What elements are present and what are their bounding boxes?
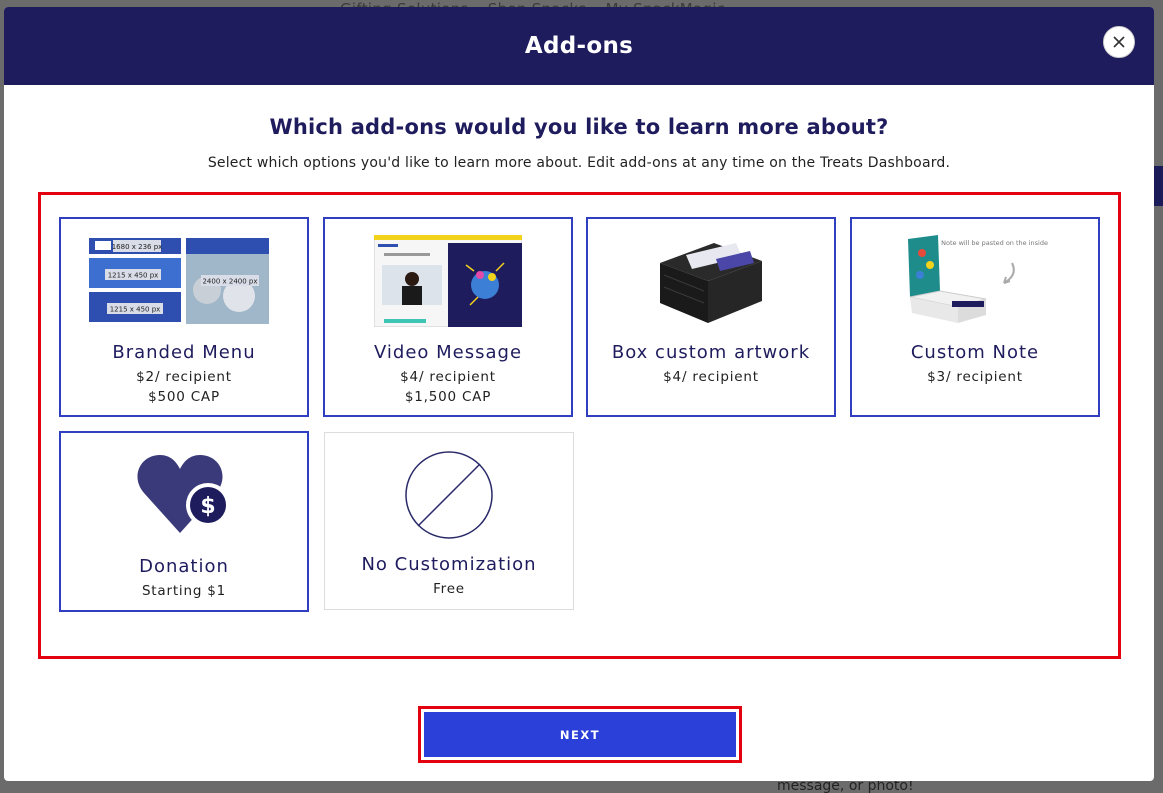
donation-image: $ bbox=[89, 448, 279, 542]
thumb-label: 1215 x 450 px bbox=[110, 306, 161, 314]
thumb-note: Note will be pasted on the inside of the… bbox=[941, 239, 1050, 247]
option-video-message[interactable]: Video Message $4/ recipient $1,500 CAP bbox=[323, 217, 573, 417]
no-symbol-icon bbox=[405, 451, 493, 539]
video-message-image bbox=[353, 234, 543, 328]
thumb-label: 2400 x 2400 px bbox=[202, 278, 257, 286]
option-price: $3/ recipient bbox=[927, 369, 1023, 385]
option-cap: $1,500 CAP bbox=[404, 389, 492, 405]
option-name: Custom Note bbox=[910, 342, 1040, 363]
background-bar bbox=[1153, 166, 1163, 206]
close-button[interactable] bbox=[1103, 26, 1135, 58]
option-price: $2/ recipient bbox=[136, 369, 232, 385]
option-price: $4/ recipient bbox=[663, 369, 759, 385]
option-box-custom-artwork[interactable]: Box custom artwork $4/ recipient bbox=[586, 217, 836, 417]
option-price: $4/ recipient bbox=[400, 369, 496, 385]
option-name: No Customization bbox=[361, 554, 537, 575]
option-name: Video Message bbox=[373, 342, 523, 363]
option-name: Donation bbox=[139, 556, 229, 577]
option-name: Branded Menu bbox=[112, 342, 256, 363]
next-button[interactable]: NEXT bbox=[424, 712, 736, 757]
option-price: Starting $1 bbox=[141, 583, 227, 599]
close-icon bbox=[1113, 36, 1125, 48]
branded-menu-image: 1680 x 236 px 1215 x 450 px 1215 x 450 p… bbox=[89, 234, 279, 328]
next-highlight-frame: NEXT bbox=[418, 706, 742, 763]
modal-header: Add-ons bbox=[4, 7, 1154, 85]
option-branded-menu[interactable]: 1680 x 236 px 1215 x 450 px 1215 x 450 p… bbox=[59, 217, 309, 417]
page-subtitle: Select which options you'd like to learn… bbox=[207, 155, 951, 171]
no-customization-image bbox=[354, 449, 544, 541]
thumb-label: 1680 x 236 px bbox=[112, 243, 163, 251]
svg-text:$: $ bbox=[200, 494, 215, 519]
option-no-customization[interactable]: No Customization Free bbox=[324, 432, 574, 610]
option-name: Box custom artwork bbox=[611, 342, 811, 363]
option-price: Free bbox=[433, 581, 465, 597]
box-artwork-image bbox=[616, 234, 806, 328]
modal-title: Add-ons bbox=[524, 33, 634, 59]
heart-dollar-icon: $ bbox=[137, 455, 230, 533]
option-cap: $500 CAP bbox=[148, 389, 220, 405]
option-donation[interactable]: $ Donation Starting $1 bbox=[59, 431, 309, 612]
option-custom-note[interactable]: Note will be pasted on the inside of the… bbox=[850, 217, 1100, 417]
thumb-label: 1215 x 450 px bbox=[108, 272, 159, 280]
page-title: Which add-ons would you like to learn mo… bbox=[269, 115, 889, 139]
addons-modal: Add-ons Which add-ons would you like to … bbox=[4, 7, 1154, 781]
custom-note-image: Note will be pasted on the inside of the… bbox=[880, 234, 1070, 328]
